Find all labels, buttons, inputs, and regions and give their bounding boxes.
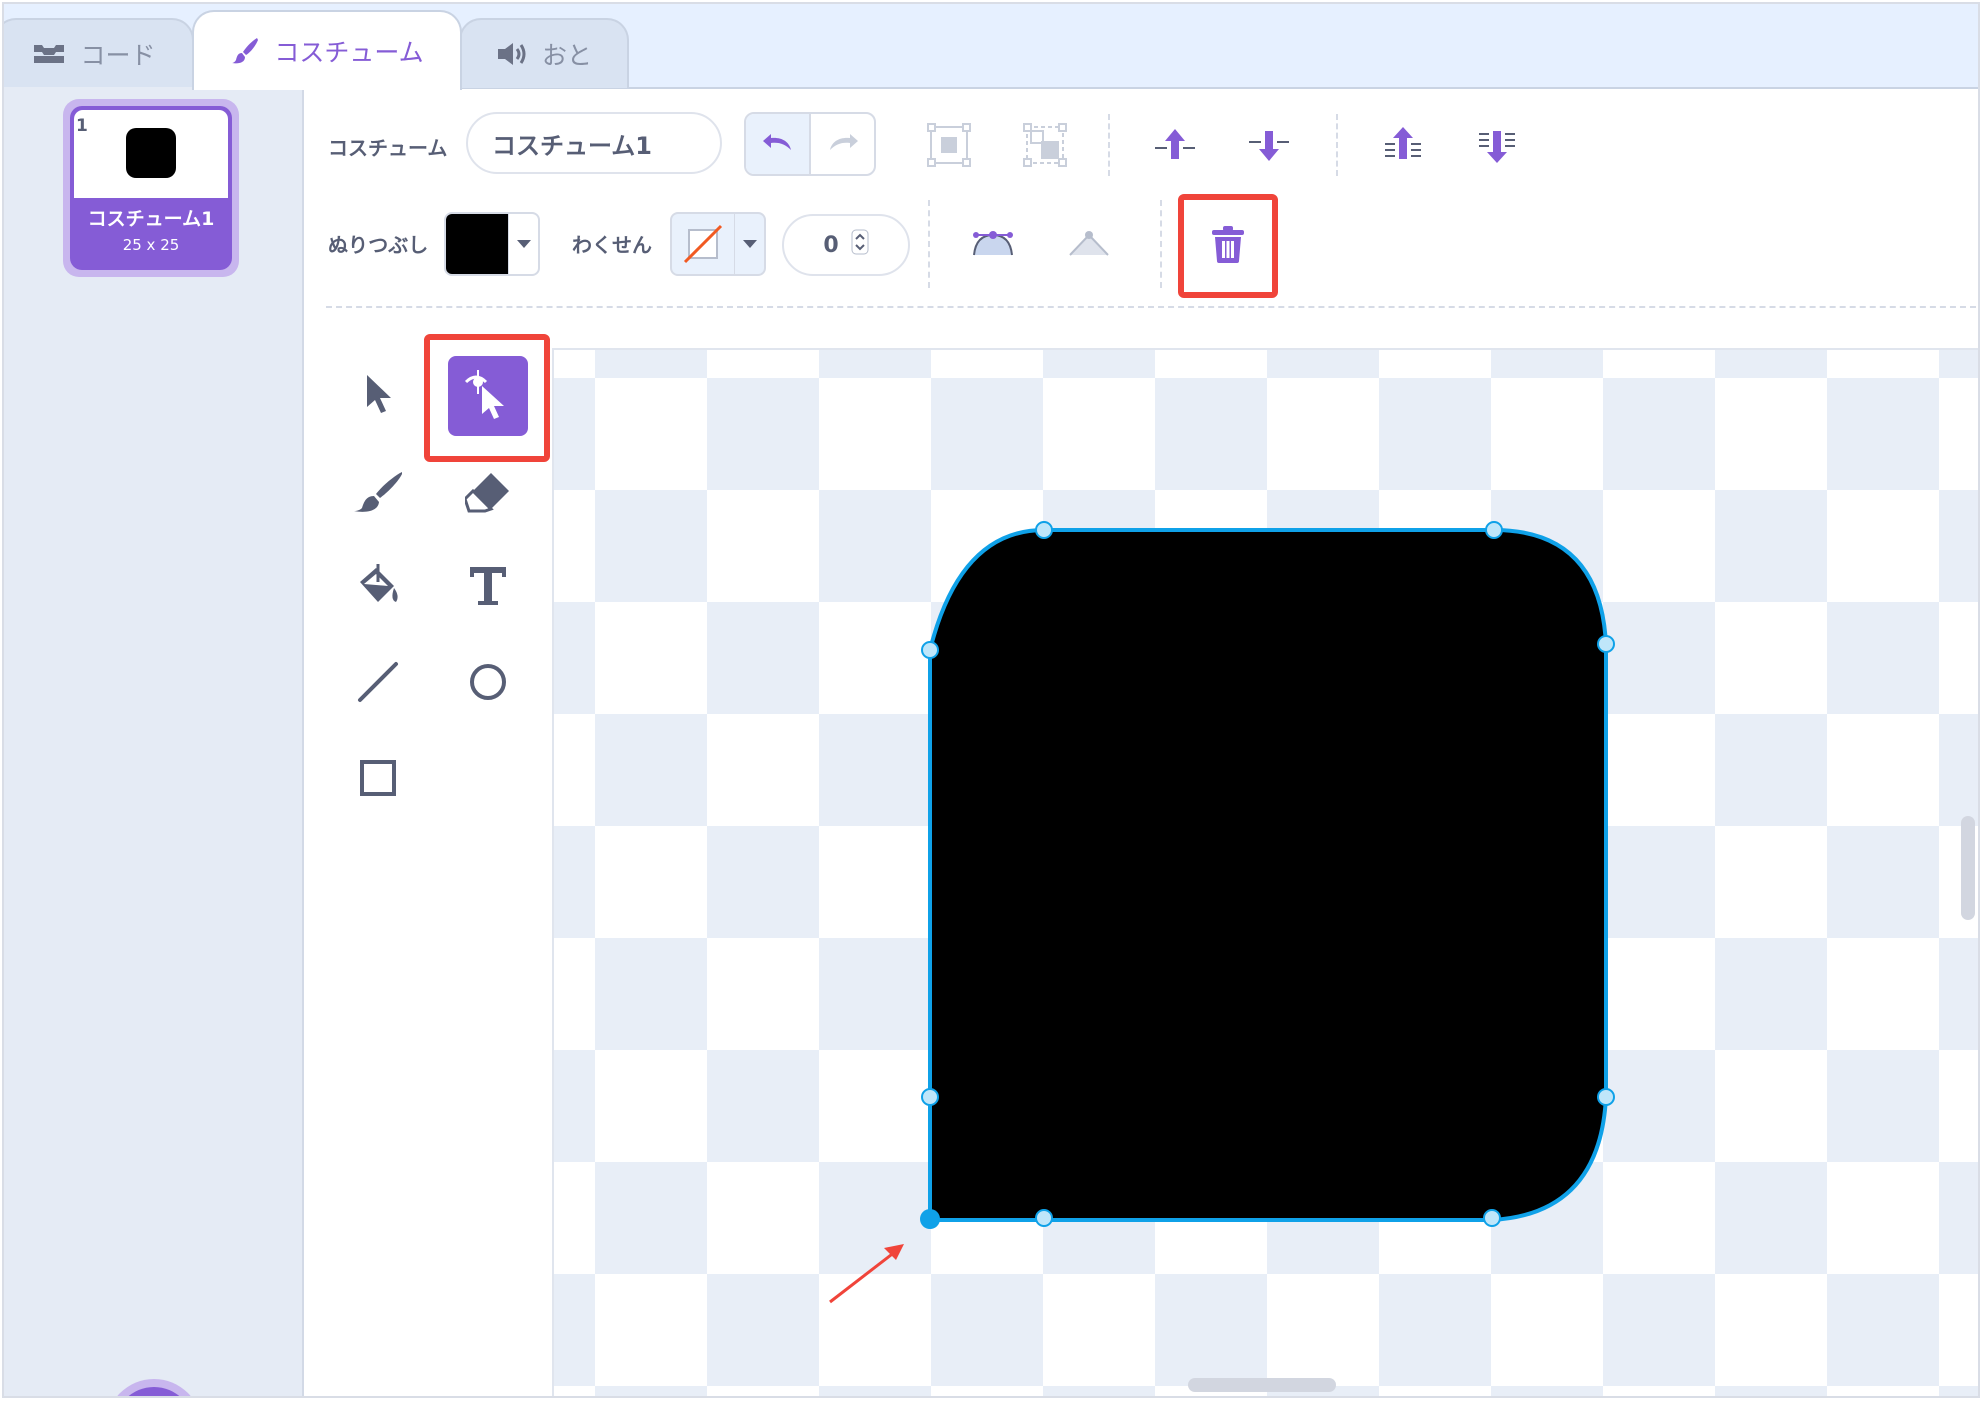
control-point[interactable]: [1598, 636, 1614, 652]
canvas-shape-layer: [4, 4, 1980, 1398]
control-point[interactable]: [922, 642, 938, 658]
control-point[interactable]: [922, 1089, 938, 1105]
selected-control-point[interactable]: [920, 1209, 940, 1229]
tab-costume[interactable]: コスチューム: [192, 10, 462, 90]
paint-editor-window: コード コスチューム おと 1 コスチューム1 25 x 25 コスチュ: [2, 2, 1980, 1398]
control-point[interactable]: [1484, 1210, 1500, 1226]
control-point[interactable]: [1036, 522, 1052, 538]
horizontal-scrollbar[interactable]: [1188, 1378, 1336, 1392]
selected-rounded-square-shape[interactable]: [930, 530, 1606, 1220]
annotation-arrow: [830, 1244, 904, 1302]
paintbrush-icon: [230, 36, 260, 66]
vertical-scrollbar[interactable]: [1961, 816, 1975, 920]
control-point[interactable]: [1486, 522, 1502, 538]
tab-costume-label: コスチューム: [274, 33, 423, 69]
control-point[interactable]: [1036, 1210, 1052, 1226]
control-point[interactable]: [1598, 1089, 1614, 1105]
